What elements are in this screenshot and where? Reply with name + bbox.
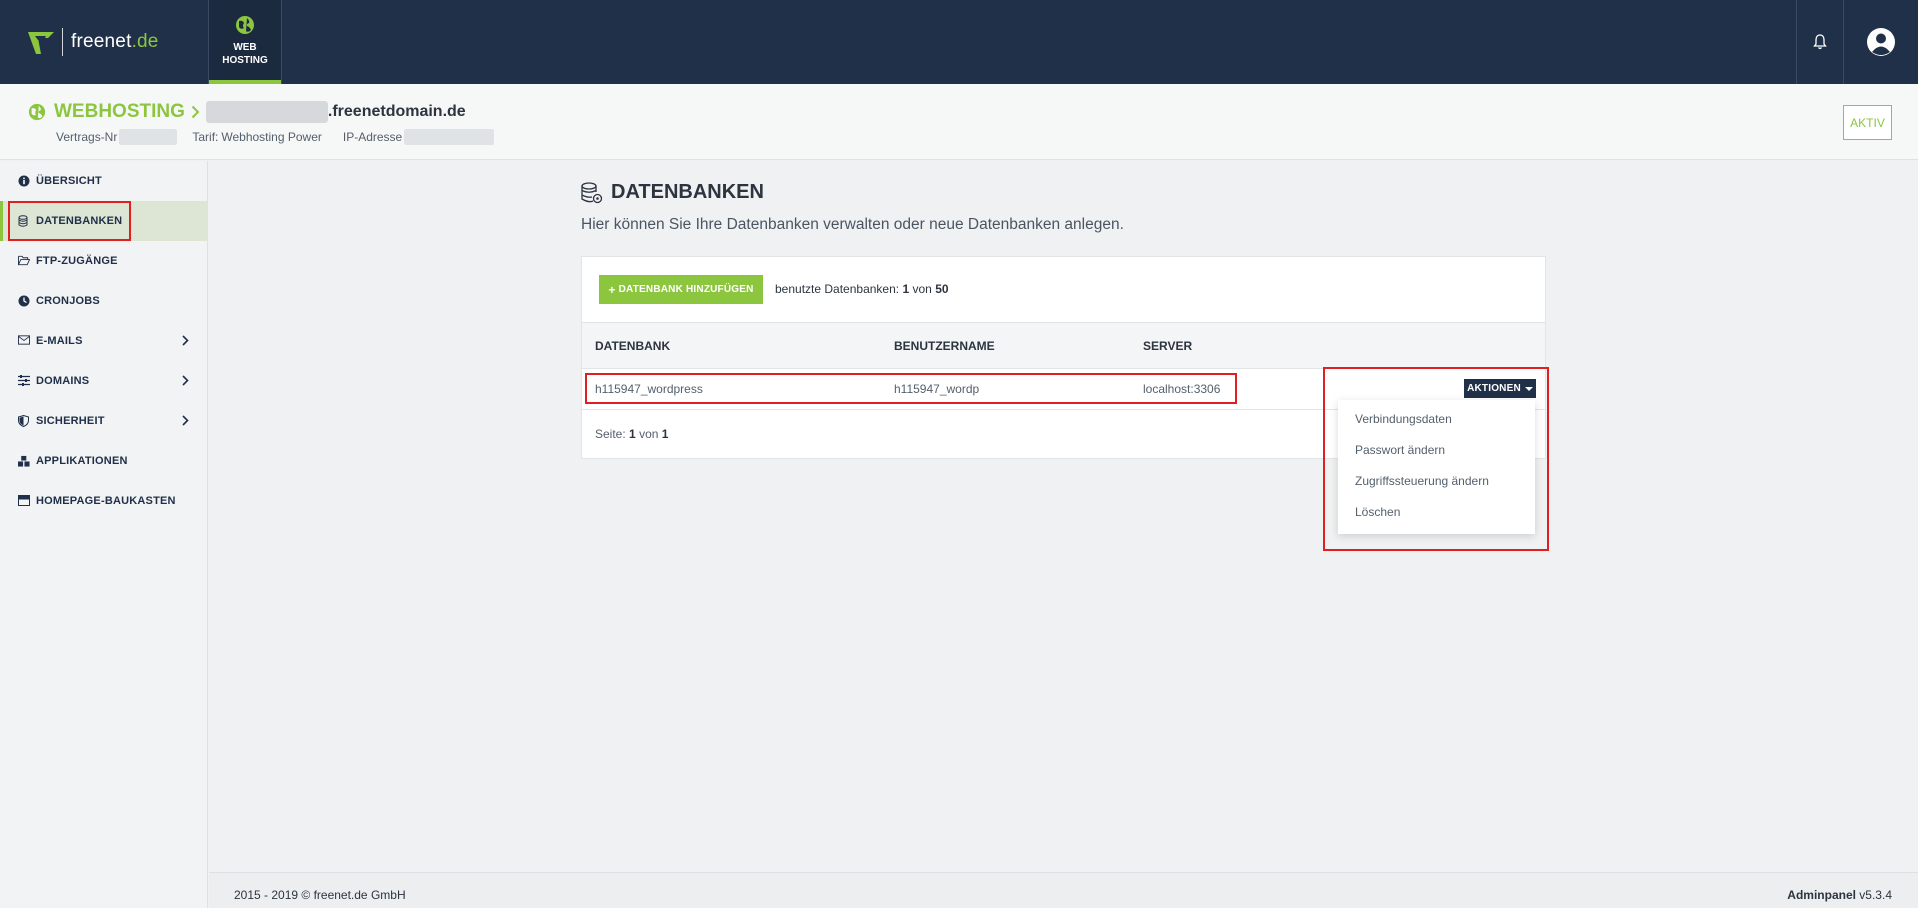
contract-number-label: Vertrags-Nr bbox=[56, 130, 118, 144]
user-avatar-icon bbox=[1867, 28, 1895, 56]
bell-icon bbox=[1813, 34, 1827, 50]
shield-icon bbox=[18, 415, 30, 427]
column-header-server: SERVER bbox=[1143, 338, 1193, 353]
column-header-benutzername: BENUTZERNAME bbox=[894, 338, 995, 353]
ip-address-label: IP-Adresse bbox=[342, 130, 403, 144]
footer-copyright: 2015 - 2019 © freenet.de GmbH bbox=[234, 888, 406, 902]
redacted-contract-number bbox=[119, 129, 178, 145]
sidebar-item-label: ÜBERSICHT bbox=[36, 175, 102, 187]
sliders-icon bbox=[18, 375, 30, 387]
page-header: WEBHOSTING .freenetdomain.de Vertrags-Nr… bbox=[0, 84, 1918, 160]
page-title-text: DATENBANKEN bbox=[611, 181, 764, 203]
version-number: v5.3.4 bbox=[1859, 888, 1892, 902]
page-title: DATENBANKEN bbox=[581, 181, 764, 204]
usage-total: 50 bbox=[935, 282, 949, 296]
sidebar-item-label: FTP-ZUGÄNGE bbox=[36, 255, 118, 267]
page-description: Hier können Sie Ihre Datenbanken verwalt… bbox=[581, 216, 1124, 233]
breadcrumb: WEBHOSTING .freenetdomain.de bbox=[28, 100, 466, 124]
sidebar: ÜBERSICHT DATENBANKEN FTP-ZUGÄNGE CRONJO… bbox=[0, 161, 208, 908]
sidebar-item-cronjobs[interactable]: CRONJOBS bbox=[0, 281, 207, 321]
tariff-label: Tarif: bbox=[192, 130, 219, 144]
pager-current: 1 bbox=[629, 427, 636, 441]
freenet-logo-mark-icon bbox=[28, 32, 54, 54]
freenet-logo[interactable]: freenet.de bbox=[26, 26, 159, 58]
chevron-right-icon bbox=[182, 415, 189, 426]
tab-webhosting-label-line2: HOSTING bbox=[222, 55, 268, 66]
redacted-subdomain bbox=[205, 101, 328, 123]
globe-icon bbox=[236, 16, 254, 34]
add-database-label: DATENBANK HINZUFÜGEN bbox=[618, 284, 754, 295]
top-navigation-bar: freenet.de WEB HOSTING bbox=[0, 0, 1918, 84]
sidebar-item-label: HOMEPAGE-BAUKASTEN bbox=[36, 495, 176, 507]
window-icon bbox=[18, 495, 30, 507]
sidebar-item-label: E-MAILS bbox=[36, 335, 83, 347]
notifications-button[interactable] bbox=[1796, 0, 1844, 84]
sidebar-item-ftp-zugaenge[interactable]: FTP-ZUGÄNGE bbox=[0, 241, 207, 281]
clock-icon bbox=[18, 295, 30, 307]
plus-icon: + bbox=[608, 282, 616, 297]
sidebar-item-uebersicht[interactable]: ÜBERSICHT bbox=[0, 161, 207, 201]
brand-name: freenet.de bbox=[71, 31, 159, 52]
footer: 2015 - 2019 © freenet.de GmbH Adminpanel… bbox=[209, 872, 1918, 908]
highlight-box-actions bbox=[1323, 367, 1549, 551]
add-database-button[interactable]: + DATENBANK HINZUFÜGEN bbox=[599, 275, 763, 304]
sidebar-item-e-mails[interactable]: E-MAILS bbox=[0, 321, 207, 361]
usage-used: 1 bbox=[902, 282, 910, 296]
sidebar-item-label: APPLIKATIONEN bbox=[36, 455, 128, 467]
card-toolbar: + DATENBANK HINZUFÜGEN benutzte Datenban… bbox=[582, 257, 1545, 323]
globe-icon bbox=[28, 103, 46, 121]
pager-of: von bbox=[639, 427, 659, 441]
footer-version: Adminpanel v5.3.4 bbox=[1787, 888, 1892, 902]
sidebar-item-homepage-baukasten[interactable]: HOMEPAGE-BAUKASTEN bbox=[0, 481, 207, 521]
breadcrumb-domain: .freenetdomain.de bbox=[327, 103, 466, 120]
folder-open-icon bbox=[18, 255, 30, 267]
chevron-right-icon bbox=[191, 105, 200, 119]
chevron-right-icon bbox=[182, 375, 189, 386]
cubes-icon bbox=[18, 455, 30, 467]
usage-prefix: benutzte Datenbanken: bbox=[775, 282, 900, 296]
tariff-value: Webhosting Power bbox=[221, 130, 322, 144]
breadcrumb-webhosting[interactable]: WEBHOSTING bbox=[54, 101, 185, 123]
database-settings-icon bbox=[581, 181, 603, 203]
version-label: Adminpanel bbox=[1787, 888, 1856, 902]
status-badge: AKTIV bbox=[1843, 105, 1892, 140]
contract-meta: Vertrags-Nr Tarif: Webhosting Power IP-A… bbox=[56, 128, 495, 146]
chevron-right-icon bbox=[182, 335, 189, 346]
table-header: DATENBANK BENUTZERNAME SERVER bbox=[582, 323, 1545, 369]
tab-webhosting[interactable]: WEB HOSTING bbox=[208, 0, 282, 84]
sidebar-item-applikationen[interactable]: APPLIKATIONEN bbox=[0, 441, 207, 481]
usage-of: von bbox=[912, 282, 932, 296]
info-icon bbox=[18, 175, 30, 187]
tab-webhosting-label-line1: WEB bbox=[233, 42, 257, 53]
user-menu-button[interactable] bbox=[1844, 0, 1918, 84]
pager-prefix: Seite: bbox=[595, 427, 626, 441]
envelope-icon bbox=[18, 335, 30, 347]
sidebar-item-domains[interactable]: DOMAINS bbox=[0, 361, 207, 401]
sidebar-item-label: DOMAINS bbox=[36, 375, 90, 387]
sidebar-item-label: CRONJOBS bbox=[36, 295, 100, 307]
highlight-box-sidebar bbox=[8, 201, 131, 241]
sidebar-item-label: SICHERHEIT bbox=[36, 415, 105, 427]
redacted-ip-address bbox=[404, 129, 495, 145]
column-header-datenbank: DATENBANK bbox=[595, 338, 671, 353]
logo-separator bbox=[62, 28, 63, 56]
highlight-box-row bbox=[585, 373, 1237, 404]
pagination-info: Seite: 1 von 1 bbox=[595, 427, 668, 441]
database-usage: benutzte Datenbanken: 1 von 50 bbox=[775, 282, 949, 296]
pager-total: 1 bbox=[661, 427, 669, 441]
sidebar-item-sicherheit[interactable]: SICHERHEIT bbox=[0, 401, 207, 441]
